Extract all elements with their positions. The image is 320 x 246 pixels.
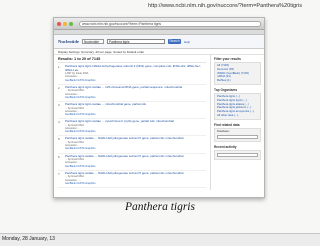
slide-caption: Panthera tigris [125,201,195,213]
result-item[interactable]: 3. Panthera tigris tigris isolate ... mi… [58,102,206,120]
search-button[interactable]: Search [167,39,181,44]
result-number: 4. [58,120,61,125]
result-links[interactable]: GenBank FASTA Graphics [65,165,206,168]
search-input[interactable]: Panthera tigris [106,39,165,44]
result-links[interactable]: GenBank FASTA Graphics [65,79,206,82]
close-window-icon[interactable] [57,21,61,26]
ncbi-logo[interactable]: Nucleotide [58,39,79,44]
taxon-link[interactable]: All other taxa (...) [217,114,258,118]
database-select[interactable]: Nucleotide [81,39,104,44]
taxa-box: Panthera tigris (...) Panthera tigris ti… [214,92,261,120]
minimize-window-icon[interactable] [63,21,67,26]
recent-activity-box [214,149,261,160]
result-links[interactable]: GenBank FASTA Graphics [65,130,206,133]
recent-activity-heading: Recent activity [214,144,237,149]
results-heading: Results: 1 to 20 of 7145 [58,57,101,61]
zoom-window-icon[interactable] [69,21,73,26]
result-links[interactable]: GenBank FASTA Graphics [65,113,206,116]
results-column: Results: 1 to 20 of 7145 1. Panthera tig… [54,55,210,190]
filter-box: All (7145) Genomic (45) INSDC (GenBank) … [214,62,261,85]
recent-activity-item[interactable] [217,152,258,157]
filter-link[interactable]: RefSeq (1) [217,79,258,83]
result-item[interactable]: 1. Panthera tigris tigris NADH dehydroge… [58,64,206,85]
browser-window: www.ncbi.nlm.nih.gov/nuccore/?term=Panth… [53,17,265,198]
related-database-select[interactable] [217,134,258,139]
divider [58,62,206,63]
result-item[interactable]: 4. Panthera tigris tigris isolate ... cy… [58,119,206,137]
filter-heading: Filter your results [214,57,241,61]
result-item[interactable]: 7. Panthera tigris isolate ... NADH dehy… [58,171,206,189]
result-number: 3. [58,103,61,107]
find-related-box: Database: [214,127,261,142]
find-related-heading: Find related data [214,122,240,127]
taxa-heading: Top Organisms [214,87,238,92]
browser-titlebar: www.ncbi.nlm.nih.gov/nuccore/?term=Panth… [54,18,264,30]
result-links[interactable]: GenBank FASTA Graphics [65,182,206,185]
address-bar[interactable]: www.ncbi.nlm.nih.gov/nuccore/?term=Panth… [79,20,261,27]
result-number: 7. [58,171,61,176]
filter-sidebar: Filter your results All (7145) Genomic (… [210,55,264,191]
database-label: Database: [217,128,230,133]
result-item[interactable]: 6. Panthera tigris isolate ... NADH dehy… [58,154,206,171]
result-links[interactable]: GenBank FASTA Graphics [65,96,206,99]
result-item[interactable]: 2. Panthera tigris tigris isolate ... 12… [58,85,206,102]
content-area: Results: 1 to 20 of 7145 1. Panthera tig… [54,55,264,191]
help-link[interactable]: Help [184,40,190,44]
result-links[interactable]: GenBank FASTA Graphics [65,147,206,150]
ncbi-search-header: Nucleotide Nucleotide Panthera tigris Se… [54,35,264,49]
result-number: 2. [58,85,61,90]
slide: http://www.ncbi.nlm.nih.gov/nuccore/?ter… [0,0,320,246]
url-caption[interactable]: http://www.ncbi.nlm.nih.gov/nuccore/?ter… [148,3,302,9]
footer-date: Monday, 28 January, 13 [2,236,55,242]
result-number: 1. [58,65,61,69]
result-item[interactable]: 5. Panthera tigris isolate ... NADH dehy… [58,136,206,154]
result-number: 5. [58,137,61,142]
result-number: 6. [58,154,61,159]
